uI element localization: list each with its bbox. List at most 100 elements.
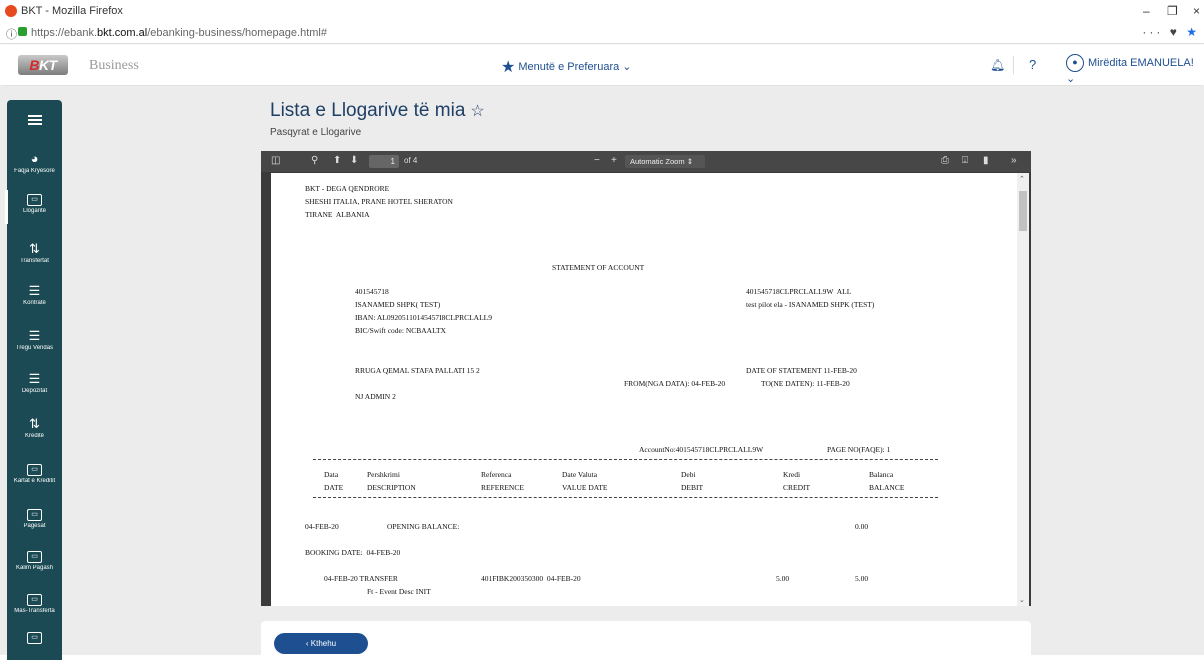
sidebar-item-transfers[interactable]: ⇅ Transfertat: [7, 238, 62, 280]
col-header: BALANCE: [869, 483, 905, 492]
col-header: Pershkrimi: [367, 470, 400, 479]
col-header: Kredi: [783, 470, 801, 479]
bookmark-icon[interactable]: ▮: [983, 155, 989, 166]
info-icon[interactable]: ⓘ: [6, 26, 17, 42]
statement-title: STATEMENT OF ACCOUNT: [552, 263, 645, 272]
sidebar-item-contract[interactable]: ☰ Kontratë: [7, 280, 62, 322]
chevron-down-icon: ⌄: [622, 61, 632, 73]
bic-code: BIC/Swift code: NCBAALTX: [355, 326, 446, 335]
scroll-thumb[interactable]: [1019, 191, 1027, 231]
transaction-reference: 401FIBK200350300 04-FEB-20: [481, 574, 581, 583]
page-actions-icon[interactable]: ···: [1142, 25, 1163, 39]
sidebar-item-credit-cards[interactable]: ▭ Kartat e Kreditit: [7, 460, 62, 502]
accounts-icon: ▭: [27, 194, 42, 206]
sidebar-item-payments[interactable]: ▭ Pagesat: [7, 505, 62, 547]
market-icon: ☰: [28, 328, 41, 343]
bookmark-star-icon[interactable]: ★: [1186, 25, 1200, 39]
date-of-statement: DATE OF STATEMENT 11-FEB-20: [746, 366, 857, 375]
to-date: TO(NE DATEN): 11-FEB-20: [761, 379, 850, 388]
account-code: 401545718CLPRCLALL9W ALL: [746, 287, 852, 296]
mass-transfer-icon: ▭: [27, 594, 42, 606]
payroll-icon: ▭: [27, 551, 42, 563]
divider: [313, 497, 938, 498]
deposit-icon: ☰: [28, 371, 41, 386]
close-icon[interactable]: ×: [1193, 4, 1200, 18]
tools-icon[interactable]: »: [1011, 155, 1017, 166]
prev-page-icon[interactable]: ⬆: [333, 155, 341, 166]
print-icon[interactable]: ⎙: [941, 155, 949, 166]
bank-line: SHESHI ITALIA, PRANE HOTEL SHERATON: [305, 197, 453, 206]
sidebar-item-home[interactable]: ◕ Faqja Kryesore: [7, 148, 62, 190]
back-button[interactable]: ‹ Kthehu: [274, 633, 368, 654]
admin: NJ ADMIN 2: [355, 392, 396, 401]
sidebar-item-market[interactable]: ☰ Tregu Vendas: [7, 325, 62, 367]
home-icon: ◕: [30, 151, 39, 166]
account-number: 401545718: [355, 287, 389, 296]
transaction-date: 04-FEB-20 TRANSFER: [324, 574, 398, 583]
transfer-icon: ⇅: [29, 241, 40, 256]
star-icon: ★: [501, 59, 516, 76]
transaction-description: Ft - Event Desc INIT: [367, 587, 431, 596]
sidebar-item-mass-transfers[interactable]: ▭ Mas-Transferta: [7, 590, 62, 632]
hamburger-icon: [27, 115, 42, 125]
pdf-page: BKT - DEGA QENDRORE SHESHI ITALIA, PRANE…: [271, 173, 1018, 606]
zoom-out-button[interactable]: −: [594, 155, 600, 166]
page-number-input[interactable]: 1: [369, 155, 399, 168]
menu-toggle-button[interactable]: [7, 100, 62, 140]
from-date: FROM(NGA DATA): 04-FEB-20: [624, 379, 726, 388]
col-header: REFERENCE: [481, 483, 524, 492]
browser-tools[interactable]: ··· ♥ ★: [1142, 25, 1200, 39]
url-text[interactable]: https://ebank.bkt.com.al/ebanking-busine…: [31, 27, 327, 39]
url-bar[interactable]: ⓘ https://ebank.bkt.com.al/ebanking-busi…: [0, 22, 1204, 44]
transaction-credit: 5.00: [776, 574, 790, 583]
sidebar-item-accounts[interactable]: ▭ Llogaritë: [5, 190, 62, 232]
pdf-viewer: ◫ ⚲ ⬆ ⬇ 1 of 4 − + Automatic Zoom ⇕ ⎙ ⍗ …: [261, 151, 1031, 606]
firefox-icon: [5, 5, 17, 17]
booking-date: BOOKING DATE: 04-FEB-20: [305, 548, 401, 557]
col-header: Balanca: [869, 470, 894, 479]
lock-icon[interactable]: [18, 27, 27, 36]
sidebar-item-deposits[interactable]: ☰ Depozitat: [7, 368, 62, 410]
credit-icon: ⇅: [29, 416, 40, 431]
zoom-select[interactable]: Automatic Zoom ⇕: [625, 155, 705, 168]
bell-icon[interactable]: 🔔︎: [990, 58, 1005, 72]
help-button[interactable]: ?: [1029, 57, 1036, 72]
pocket-icon[interactable]: ♥: [1170, 25, 1180, 39]
sidebar-item-more[interactable]: ▭: [7, 628, 62, 670]
minimize-icon[interactable]: –: [1143, 4, 1150, 18]
bank-line: TIRANE ALBANIA: [305, 210, 370, 219]
col-header: Data: [324, 470, 339, 479]
sidebar-item-credits[interactable]: ⇅ Kreditë: [7, 413, 62, 455]
sidebar-toggle-icon[interactable]: ◫: [271, 155, 280, 166]
breadcrumb: Pasqyrat e Llogarive: [270, 127, 362, 138]
download-icon[interactable]: ⍗: [962, 155, 968, 166]
user-menu[interactable]: ● Mirëdita EMANUELA! ⌄: [1066, 54, 1204, 85]
next-page-icon[interactable]: ⬇: [350, 155, 358, 166]
col-header: VALUE DATE: [562, 483, 608, 492]
pdf-scrollbar[interactable]: ⌃ ⌄: [1017, 173, 1029, 606]
app-header: BKT Business ★ Menutë e Preferuara ⌄ 🔔︎ ?…: [0, 45, 1204, 85]
col-header: Date Valuta: [562, 470, 598, 479]
payment-icon: ▭: [27, 509, 42, 521]
contract-icon: ☰: [28, 283, 41, 298]
sidebar-item-payroll[interactable]: ▭ Kalim Pagash: [7, 547, 62, 589]
window-title: BKT - Mozilla Firefox: [21, 5, 123, 17]
restore-icon[interactable]: ❐: [1167, 4, 1178, 18]
scroll-up-icon[interactable]: ⌃: [1019, 175, 1025, 183]
search-icon[interactable]: ⚲: [311, 155, 318, 166]
page-total: of 4: [404, 156, 418, 165]
bkt-logo[interactable]: BKT: [18, 55, 68, 75]
favorites-menu[interactable]: ★ Menutë e Preferuara ⌄: [501, 57, 632, 77]
card-icon: ▭: [27, 464, 42, 476]
sidebar: ◕ Faqja Kryesore ▭ Llogaritë ⇅ Transfert…: [5, 100, 62, 660]
col-header: Referenca: [481, 470, 512, 479]
favorite-star-icon[interactable]: ☆: [470, 103, 484, 120]
col-header: DEBIT: [681, 483, 704, 492]
brand-subtitle: Business: [89, 58, 139, 73]
scroll-down-icon[interactable]: ⌄: [1019, 596, 1025, 604]
account-description: test pilot ela - ISANAMED SHPK (TEST): [746, 300, 875, 309]
opening-balance-value: 0.00: [855, 522, 869, 531]
account-no-label: AccountNo:401545718CLPRCLALL9W: [639, 445, 764, 454]
zoom-in-button[interactable]: +: [611, 155, 617, 166]
address: RRUGA QEMAL STAFA PALLATI 15 2: [355, 366, 480, 375]
